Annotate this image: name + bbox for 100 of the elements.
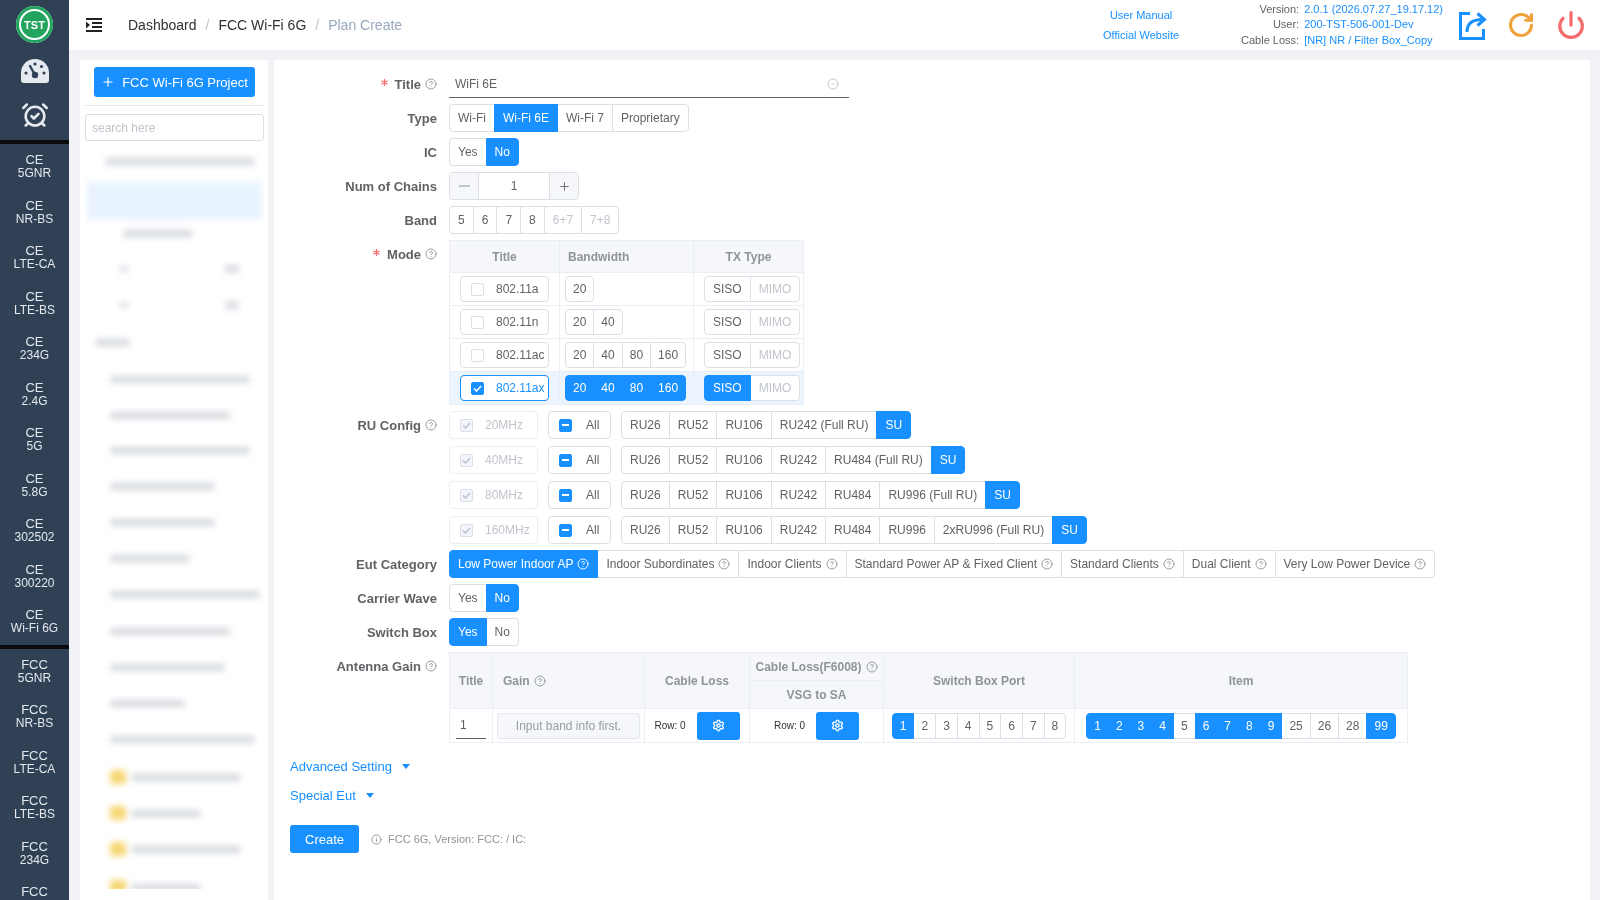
option-button[interactable]: Wi-Fi [449, 104, 495, 132]
option-button[interactable]: RU52 [668, 516, 718, 544]
option-button[interactable]: Standard Clients [1061, 550, 1184, 578]
power-button[interactable] [1556, 10, 1586, 40]
option-button[interactable]: RU106 [716, 481, 772, 509]
nav-item[interactable]: FCC LTE-BS [0, 785, 69, 831]
nav-item[interactable]: FCC NR-BS [0, 694, 69, 740]
section-toggle[interactable]: Advanced Setting [290, 756, 410, 776]
option-button[interactable]: RU52 [668, 446, 718, 474]
export-button[interactable] [1456, 9, 1488, 41]
option-button[interactable]: 4 [956, 712, 980, 739]
nav-item[interactable]: FCC LTE-CA [0, 739, 69, 785]
checkbox[interactable] [559, 453, 572, 467]
option-button[interactable]: 5 [1172, 712, 1196, 739]
breadcrumb-link[interactable]: FCC Wi-Fi 6G [218, 17, 307, 33]
option-button[interactable]: 5 [449, 206, 474, 234]
option-button[interactable]: 3 [935, 712, 958, 739]
option-button[interactable]: Standard Power AP & Fixed Client [845, 550, 1063, 578]
number-stepper[interactable]: 1 [449, 172, 579, 200]
option-button[interactable]: RU996 (Full RU) [879, 481, 987, 509]
option-button[interactable]: Indoor Subordinates [597, 550, 740, 578]
menu-icon[interactable] [86, 18, 102, 32]
option-button[interactable]: Dual Client [1182, 550, 1276, 578]
option-button[interactable]: RU242 [770, 446, 827, 474]
option-button[interactable]: 2xRU996 (Full RU) [933, 516, 1054, 544]
option-button[interactable]: RU52 [668, 481, 718, 509]
option-button[interactable]: 160 [650, 342, 687, 368]
mode-option[interactable]: 802.11ax [460, 375, 549, 401]
mode-option[interactable]: 802.11ac [460, 342, 549, 368]
checkbox[interactable] [559, 418, 572, 432]
option-button[interactable]: 40 [593, 309, 623, 335]
nav-item[interactable]: FCC 234G [0, 830, 69, 876]
select-all-option[interactable]: All [548, 411, 611, 439]
option-button[interactable]: Wi-Fi 7 [557, 104, 613, 132]
checkbox[interactable] [559, 488, 572, 502]
checkbox[interactable] [559, 523, 572, 537]
option-button[interactable]: RU106 [716, 411, 772, 439]
header-link[interactable]: User Manual [1109, 5, 1173, 25]
mode-option[interactable]: 802.11a [460, 276, 549, 302]
select-all-option[interactable]: All [548, 481, 611, 509]
nav-item[interactable]: CE 5GNR [0, 144, 69, 190]
title-input[interactable]: WiFi 6E [449, 70, 849, 98]
option-button[interactable]: 25 [1281, 712, 1311, 739]
nav-item[interactable]: CE LTE-BS [0, 280, 69, 326]
option-button[interactable]: 26 [1309, 712, 1340, 739]
select-all-option[interactable]: All [548, 446, 611, 474]
option-button[interactable]: 28 [1338, 712, 1368, 739]
option-button[interactable]: RU996 [879, 516, 935, 544]
gauge-icon[interactable] [19, 58, 50, 84]
option-button[interactable]: Very Low Power Device [1274, 550, 1436, 578]
option-button[interactable]: 8 [520, 206, 545, 234]
option-button[interactable]: 80 [621, 342, 652, 368]
option-button[interactable]: 20 [565, 309, 595, 335]
nav-item[interactable]: CE LTE-CA [0, 235, 69, 281]
option-button[interactable]: 40 [593, 342, 623, 368]
header-link[interactable]: Official Website [1103, 25, 1180, 45]
refresh-button[interactable] [1507, 11, 1535, 39]
option-button[interactable]: RU484 [825, 481, 881, 509]
option-button[interactable]: 20 [565, 342, 595, 368]
option-button[interactable]: 8 [1043, 712, 1067, 739]
select-all-option[interactable]: All [548, 516, 611, 544]
option-button[interactable]: 7 [496, 206, 522, 234]
option-button[interactable]: RU242 [770, 481, 827, 509]
title-input[interactable]: 1 [456, 712, 486, 739]
settings-button[interactable] [696, 711, 740, 740]
increase-button[interactable] [549, 173, 578, 199]
option-button[interactable]: RU26 [621, 411, 670, 439]
breadcrumb-link[interactable]: Dashboard [128, 17, 197, 33]
option-button[interactable]: 7 [1021, 712, 1045, 739]
option-button[interactable]: RU26 [621, 516, 670, 544]
nav-item[interactable]: FCC [0, 876, 69, 900]
option-button[interactable]: Yes [449, 584, 487, 612]
option-button[interactable]: RU242 (Full RU) [770, 411, 878, 439]
option-button[interactable]: RU26 [621, 446, 670, 474]
option-button[interactable]: SISO [704, 309, 751, 335]
alarm-clock-icon[interactable] [20, 101, 49, 129]
option-button[interactable]: RU484 (Full RU) [825, 446, 932, 474]
decrease-button[interactable] [450, 173, 479, 199]
nav-item[interactable]: CE 302502 [0, 508, 69, 554]
option-button[interactable]: RU106 [716, 516, 772, 544]
nav-item[interactable]: CE 300220 [0, 553, 69, 599]
option-button[interactable]: RU242 [770, 516, 827, 544]
option-button[interactable]: Yes [449, 138, 487, 166]
option-button[interactable]: RU52 [668, 411, 718, 439]
option-button[interactable]: 20 [565, 276, 595, 302]
option-button[interactable]: Indoor Clients [738, 550, 847, 578]
section-toggle[interactable]: Special Eut [290, 785, 374, 805]
option-button[interactable]: RU106 [716, 446, 772, 474]
checkbox[interactable] [471, 381, 484, 395]
nav-item[interactable]: CE NR-BS [0, 189, 69, 235]
option-button[interactable]: RU484 [825, 516, 881, 544]
option-button[interactable]: SISO [704, 342, 751, 368]
option-button[interactable]: 6 [1000, 712, 1023, 739]
option-button[interactable]: SISO [704, 276, 751, 302]
option-button[interactable]: RU26 [621, 481, 670, 509]
nav-item[interactable]: CE Wi-Fi 6G [0, 599, 69, 645]
nav-item[interactable]: CE 5.8G [0, 462, 69, 508]
nav-item[interactable]: FCC 5GNR [0, 648, 69, 694]
nav-item[interactable]: CE 2.4G [0, 371, 69, 417]
nav-item[interactable]: CE 5G [0, 417, 69, 463]
